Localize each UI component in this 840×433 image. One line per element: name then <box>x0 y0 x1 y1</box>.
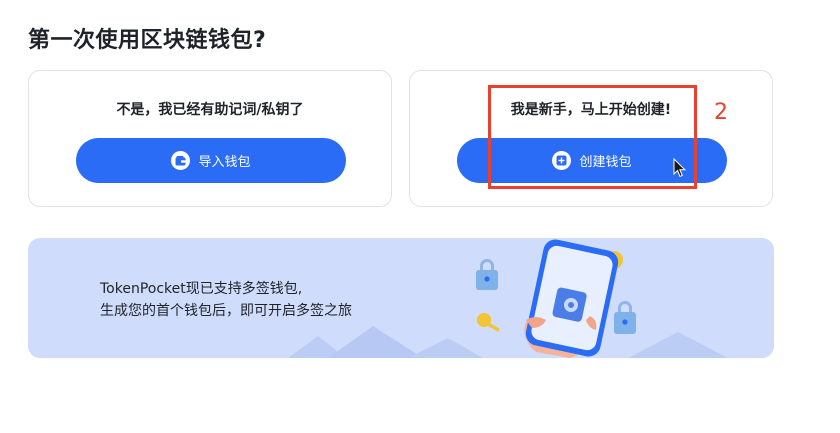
mouse-cursor-icon <box>673 157 687 182</box>
key-icon <box>477 313 500 332</box>
annotation-highlight-box <box>488 85 697 189</box>
multisig-illustration <box>476 239 636 358</box>
banner-text-line-2: 生成您的首个钱包后，即可开启多签之旅 <box>100 303 352 319</box>
lock-icon <box>614 301 636 334</box>
import-wallet-label: 导入钱包 <box>198 155 251 170</box>
import-wallet-card: 不是，我已经有助记词/私钥了 导入钱包 <box>28 70 392 207</box>
banner-text-line-1: TokenPocket现已支持多签钱包, <box>100 281 303 297</box>
lock-icon <box>476 259 498 290</box>
page-title: 第一次使用区块链钱包? <box>28 28 267 53</box>
annotation-number: 2 <box>714 100 728 125</box>
wallet-icon <box>171 151 191 170</box>
multisig-promo-banner[interactable]: TokenPocket现已支持多签钱包, 生成您的首个钱包后，即可开启多签之旅 <box>28 238 774 358</box>
wallet-setup-page: 第一次使用区块链钱包? 不是，我已经有助记词/私钥了 导入钱包 我是新手，马上开… <box>0 0 840 433</box>
import-wallet-button[interactable]: 导入钱包 <box>76 138 346 183</box>
import-card-text: 不是，我已经有助记词/私钥了 <box>116 102 304 118</box>
